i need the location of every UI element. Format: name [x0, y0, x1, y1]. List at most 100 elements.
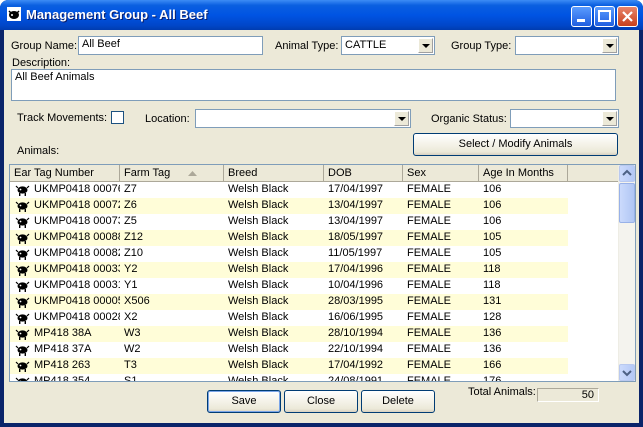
cell-text: 28/03/1995: [328, 295, 384, 307]
close-button[interactable]: Close: [284, 390, 358, 413]
cell-text: Welsh Black: [228, 311, 289, 323]
table-cell-farm-tag: Z5: [120, 214, 224, 230]
maximize-button[interactable]: [594, 6, 615, 27]
table-cell-age: 166: [479, 358, 568, 374]
window-title: Management Group - All Beef: [26, 7, 208, 22]
table-row[interactable]: MP418 37A W2 Welsh Black 22/10/1994 FEMALE 13…: [10, 342, 620, 358]
column-header-label: Age In Months: [483, 167, 554, 179]
table-row[interactable]: MP418 38A W3 Welsh Black 28/10/1994 FEMALE 13…: [10, 326, 620, 342]
close-window-button[interactable]: [617, 6, 638, 27]
table-cell-breed: Welsh Black: [224, 342, 324, 358]
table-cell-dob: 24/08/1991: [324, 374, 403, 382]
save-button[interactable]: Save: [207, 390, 281, 413]
chevron-down-icon[interactable]: [418, 38, 433, 53]
cell-text: FEMALE: [407, 279, 452, 291]
table-cell-ear-tag: UKMP0418 00073: [10, 214, 120, 230]
table-cell-ear-tag: MP418 354: [10, 374, 120, 382]
cell-text: FEMALE: [407, 247, 452, 259]
table-cell-age: 106: [479, 182, 568, 198]
cell-text: FEMALE: [407, 327, 452, 339]
organic-status-label: Organic Status:: [431, 113, 507, 125]
cell-text: Y2: [124, 263, 138, 275]
table-cell-breed: Welsh Black: [224, 246, 324, 262]
delete-button[interactable]: Delete: [361, 390, 435, 413]
table-cell-age: 136: [479, 326, 568, 342]
cell-text: Welsh Black: [228, 199, 289, 211]
column-header-age[interactable]: Age In Months: [479, 165, 568, 182]
column-header-sex[interactable]: Sex: [403, 165, 479, 182]
table-cell-breed: Welsh Black: [224, 198, 324, 214]
cell-text: MP418 354: [34, 375, 91, 382]
column-header-ear-tag[interactable]: Ear Tag Number: [10, 165, 120, 182]
minimize-button[interactable]: [571, 6, 592, 27]
cell-text: Welsh Black: [228, 215, 289, 227]
chevron-down-icon[interactable]: [602, 111, 617, 126]
column-header-dob[interactable]: DOB: [324, 165, 403, 182]
table-cell-dob: 10/04/1996: [324, 278, 403, 294]
table-row[interactable]: UKMP0418 00005 X506 Welsh Black 28/03/1995 F…: [10, 294, 620, 310]
table-row[interactable]: UKMP0418 00028 X2 Welsh Black 16/06/1995 FEM…: [10, 310, 620, 326]
title-bar[interactable]: Management Group - All Beef: [0, 0, 643, 30]
chevron-down-icon[interactable]: [394, 111, 409, 126]
table-row[interactable]: UKMP0418 00088 Z12 Welsh Black 18/05/1997 FE…: [10, 230, 620, 246]
organic-status-select[interactable]: [510, 109, 619, 128]
column-header-label: DOB: [328, 167, 352, 179]
table-cell-dob: 22/10/1994: [324, 342, 403, 358]
table-cell-sex: FEMALE: [403, 182, 479, 198]
table-row[interactable]: UKMP0418 00031 Y1 Welsh Black 10/04/1996 FEM…: [10, 278, 620, 294]
table-cell-sex: FEMALE: [403, 198, 479, 214]
table-row[interactable]: MP418 263 T3 Welsh Black 17/04/1992 FEMALE 16…: [10, 358, 620, 374]
animals-grid[interactable]: Ear Tag Number Farm Tag Breed DOB Sex Ag…: [9, 164, 636, 382]
cell-text: 28/10/1994: [328, 327, 384, 339]
cell-text: 106: [483, 215, 502, 227]
table-cell-sex: FEMALE: [403, 262, 479, 278]
chevron-down-icon[interactable]: [602, 38, 617, 53]
table-cell-ear-tag: UKMP0418 00005: [10, 294, 120, 310]
grid-rows: UKMP0418 00076 Z7 Welsh Black 17/04/1997 FEM…: [10, 182, 620, 382]
column-header-breed[interactable]: Breed: [224, 165, 324, 182]
scroll-up-button[interactable]: [619, 165, 635, 182]
cell-text: UKMP0418 00082: [34, 247, 120, 259]
table-cell-farm-tag: Z7: [120, 182, 224, 198]
table-cell-age: 106: [479, 214, 568, 230]
description-label: Description:: [12, 57, 71, 69]
cow-icon: [15, 201, 30, 212]
cell-text: 106: [483, 183, 502, 195]
table-cell-ear-tag: MP418 37A: [10, 342, 120, 358]
table-cell-farm-tag: W3: [120, 326, 224, 342]
table-cell-dob: 18/05/1997: [324, 230, 403, 246]
select-modify-animals-button[interactable]: Select / Modify Animals: [413, 133, 618, 156]
column-header-label: Ear Tag Number: [14, 167, 94, 179]
cell-text: Z12: [124, 231, 143, 243]
description-input[interactable]: All Beef Animals: [11, 69, 616, 101]
table-cell-farm-tag: Z12: [120, 230, 224, 246]
table-row[interactable]: UKMP0418 00072 Z6 Welsh Black 13/04/1997 FEM…: [10, 198, 620, 214]
table-cell-age: 105: [479, 246, 568, 262]
table-row[interactable]: MP418 354 S1 Welsh Black 24/08/1991 FEMALE 17…: [10, 374, 620, 382]
cell-text: X506: [124, 295, 150, 307]
table-cell-farm-tag: T3: [120, 358, 224, 374]
cow-icon: [15, 249, 30, 260]
cell-text: UKMP0418 00033: [34, 263, 120, 275]
table-cell-ear-tag: UKMP0418 00082: [10, 246, 120, 262]
column-header-farm-tag[interactable]: Farm Tag: [120, 165, 224, 182]
table-row[interactable]: UKMP0418 00076 Z7 Welsh Black 17/04/1997 FEM…: [10, 182, 620, 198]
dialog-body: Group Name: All Beef Animal Type: CATTLE…: [4, 30, 639, 423]
table-row[interactable]: UKMP0418 00073 Z5 Welsh Black 13/04/1997 FEM…: [10, 214, 620, 230]
cell-text: 24/08/1991: [328, 375, 384, 382]
location-select[interactable]: [195, 109, 411, 128]
animal-type-select[interactable]: CATTLE: [341, 36, 435, 55]
cell-text: 105: [483, 247, 502, 259]
scroll-down-button[interactable]: [619, 364, 635, 381]
track-movements-checkbox[interactable]: [111, 111, 124, 124]
group-name-input[interactable]: All Beef: [78, 36, 263, 55]
vertical-scrollbar[interactable]: [618, 165, 635, 381]
scroll-thumb[interactable]: [619, 183, 635, 223]
table-row[interactable]: UKMP0418 00033 Y2 Welsh Black 17/04/1996 FEM…: [10, 262, 620, 278]
table-cell-sex: FEMALE: [403, 310, 479, 326]
table-row[interactable]: UKMP0418 00082 Z10 Welsh Black 11/05/1997 FE…: [10, 246, 620, 262]
table-cell-age: 128: [479, 310, 568, 326]
group-type-select[interactable]: [515, 36, 619, 55]
table-cell-breed: Welsh Black: [224, 214, 324, 230]
table-cell-sex: FEMALE: [403, 278, 479, 294]
